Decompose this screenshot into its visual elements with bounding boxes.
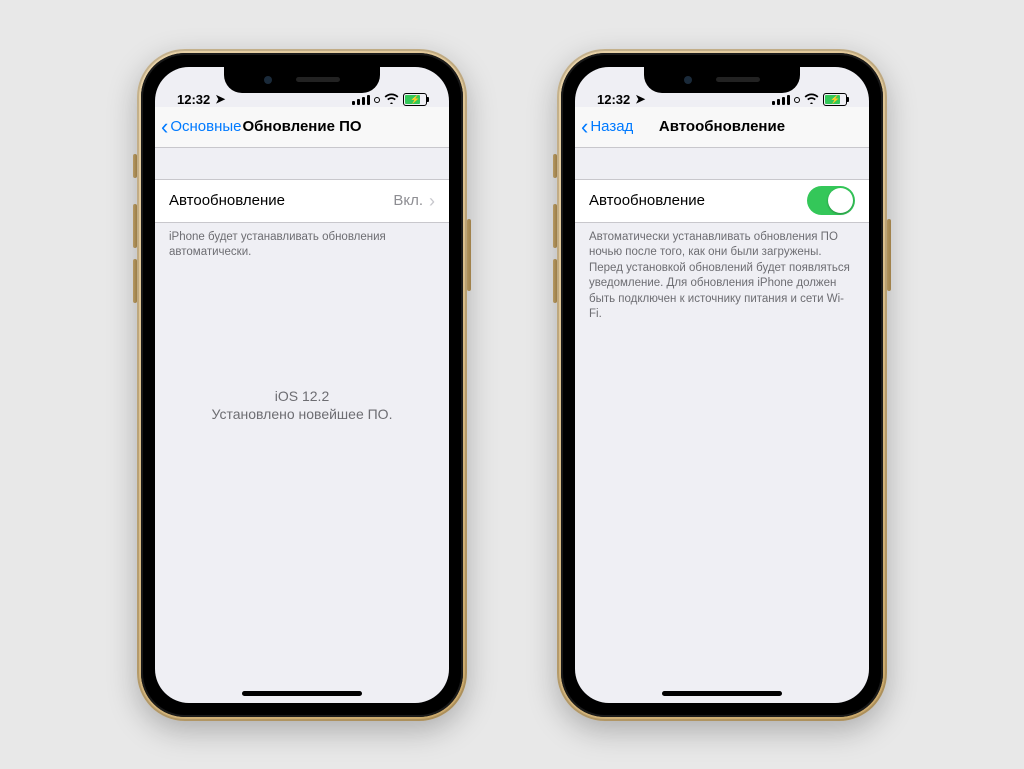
chevron-left-icon: ‹	[161, 116, 168, 138]
phone-right: 12:32 ➤ ⚡	[557, 49, 887, 721]
chevron-right-icon: ›	[429, 192, 435, 210]
nav-bar: ‹ Основные Обновление ПО	[155, 107, 449, 148]
phone-bezel: 12:32 ➤ ⚡	[561, 53, 883, 717]
back-button[interactable]: ‹ Назад	[581, 107, 633, 147]
stage: 12:32 ➤ ⚡	[0, 0, 1024, 769]
phone-left: 12:32 ➤ ⚡	[137, 49, 467, 721]
autoupdate-row[interactable]: Автообновление Вкл. ›	[155, 179, 449, 223]
back-label: Назад	[590, 118, 633, 135]
phone-frame: 12:32 ➤ ⚡	[137, 49, 467, 721]
status-time: 12:32	[177, 92, 210, 107]
battery-icon: ⚡	[403, 93, 427, 106]
wifi-icon	[804, 93, 819, 107]
cellular-icon	[352, 95, 370, 105]
status-right: ⚡	[772, 93, 847, 107]
ios-version: iOS 12.2	[155, 387, 449, 406]
nav-bar: ‹ Назад Автообновление	[575, 107, 869, 148]
spacer	[575, 147, 869, 179]
notch	[224, 67, 380, 93]
status-message: iOS 12.2 Установлено новейшее ПО.	[155, 387, 449, 425]
autoupdate-toggle[interactable]	[807, 186, 855, 215]
status-left: 12:32 ➤	[597, 92, 645, 107]
phone-frame: 12:32 ➤ ⚡	[557, 49, 887, 721]
notch	[644, 67, 800, 93]
cell-label: Автообновление	[589, 192, 807, 209]
chevron-left-icon: ‹	[581, 116, 588, 138]
home-indicator[interactable]	[662, 691, 782, 696]
footer-text: iPhone будет устанавливать обновления ав…	[155, 223, 449, 261]
status-right: ⚡	[352, 93, 427, 107]
content: Автообновление Автоматически устанавлива…	[575, 147, 869, 703]
battery-icon: ⚡	[823, 93, 847, 106]
power-button	[467, 219, 471, 291]
back-button[interactable]: ‹ Основные	[161, 107, 242, 147]
location-icon: ➤	[215, 92, 225, 106]
home-indicator[interactable]	[242, 691, 362, 696]
cell-value: Вкл.	[393, 192, 423, 209]
wifi-icon	[384, 93, 399, 107]
screen: 12:32 ➤ ⚡	[155, 67, 449, 703]
footer-text: Автоматически устанавливать обновления П…	[575, 223, 869, 323]
power-button	[887, 219, 891, 291]
autoupdate-row: Автообновление	[575, 179, 869, 223]
content: Автообновление Вкл. › iPhone будет устан…	[155, 147, 449, 703]
status-time: 12:32	[597, 92, 630, 107]
dual-sim-icon	[794, 97, 800, 103]
screen: 12:32 ➤ ⚡	[575, 67, 869, 703]
spacer	[155, 147, 449, 179]
phone-bezel: 12:32 ➤ ⚡	[141, 53, 463, 717]
switch-knob	[828, 188, 853, 213]
update-status: Установлено новейшее ПО.	[155, 405, 449, 424]
dual-sim-icon	[374, 97, 380, 103]
cell-label: Автообновление	[169, 192, 393, 209]
status-left: 12:32 ➤	[177, 92, 225, 107]
location-icon: ➤	[635, 92, 645, 106]
cellular-icon	[772, 95, 790, 105]
back-label: Основные	[170, 118, 241, 135]
